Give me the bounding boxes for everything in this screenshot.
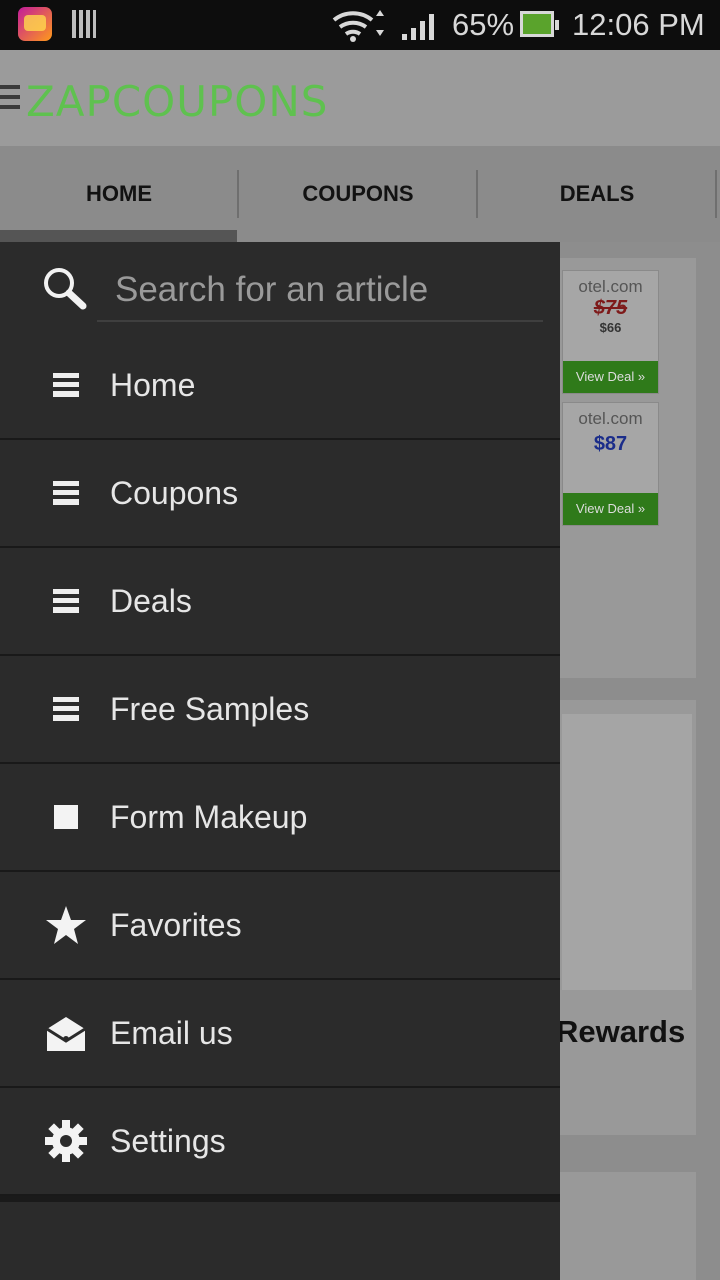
drawer-item-coupons[interactable]: Coupons (0, 440, 560, 548)
drawer-item-label: Favorites (110, 907, 242, 943)
tab-coupons[interactable]: COUPONS (239, 146, 477, 242)
deal-site: otel.com (578, 277, 643, 296)
list-icon (44, 581, 88, 621)
deal-site: otel.com (578, 409, 643, 428)
square-icon (44, 797, 88, 837)
search-input[interactable] (97, 260, 543, 322)
list-icon (44, 365, 88, 405)
battery-percent: 65% (452, 7, 515, 42)
drawer-item-label: Home (110, 367, 196, 403)
drawer-search (0, 242, 560, 326)
tab-bar: HOME COUPONS DEALS (0, 146, 720, 242)
storage-icon (72, 10, 96, 38)
tab-divider (715, 170, 717, 218)
deal-old-price: $75 (593, 297, 628, 319)
wifi-icon (332, 10, 384, 42)
star-icon (44, 905, 88, 945)
drawer-divider (0, 1196, 560, 1202)
drawer-item-settings[interactable]: Settings (0, 1088, 560, 1196)
drawer-item-deals[interactable]: Deals (0, 548, 560, 656)
drawer-item-label: Deals (110, 583, 192, 619)
rewards-title: Rewards (556, 1014, 686, 1049)
deal-tile[interactable]: otel.com $75 $66 View Deal » (562, 270, 659, 394)
status-bar: 65% 12:06 PM (0, 0, 720, 50)
app-header: ZAPCOUPONS (0, 50, 720, 146)
tab-home[interactable]: HOME (0, 146, 238, 242)
drawer-item-label: Free Samples (110, 691, 310, 727)
list-icon (44, 473, 88, 513)
app-notification-icon (18, 7, 52, 41)
view-deal-button[interactable]: View Deal » (563, 493, 658, 525)
deal-tile[interactable]: otel.com $87 View Deal » (562, 402, 659, 526)
app-logo: ZAPCOUPONS (26, 77, 329, 126)
search-icon[interactable] (42, 266, 88, 310)
drawer-item-email-us[interactable]: Email us (0, 980, 560, 1088)
envelope-icon (44, 1013, 88, 1053)
drawer-item-free-samples[interactable]: Free Samples (0, 656, 560, 764)
tab-deals[interactable]: DEALS (478, 146, 716, 242)
cell-signal-icon (402, 14, 434, 40)
drawer-item-favorites[interactable]: Favorites (0, 872, 560, 980)
clock: 12:06 PM (572, 7, 705, 42)
drawer-item-label: Coupons (110, 475, 239, 511)
drawer-item-home[interactable]: Home (0, 332, 560, 440)
drawer-item-label: Email us (110, 1015, 233, 1051)
tab-selected-indicator (0, 230, 237, 242)
hamburger-menu-icon[interactable] (0, 85, 20, 109)
deal-new-price: $66 (599, 320, 622, 335)
drawer-menu: Home Coupons Deals Free Samples Form Mak… (0, 332, 560, 1196)
navigation-drawer: Home Coupons Deals Free Samples Form Mak… (0, 242, 560, 1280)
deal-price: $87 (593, 433, 628, 455)
list-icon (44, 689, 88, 729)
view-deal-button[interactable]: View Deal » (563, 361, 658, 393)
drawer-item-label: Form Makeup (110, 799, 308, 835)
gear-icon (44, 1120, 88, 1162)
drawer-item-label: Settings (110, 1123, 226, 1159)
toys-image (562, 714, 692, 990)
feed-card[interactable] (556, 1172, 696, 1280)
battery-icon (520, 11, 559, 37)
drawer-item-form-makeup[interactable]: Form Makeup (0, 764, 560, 872)
